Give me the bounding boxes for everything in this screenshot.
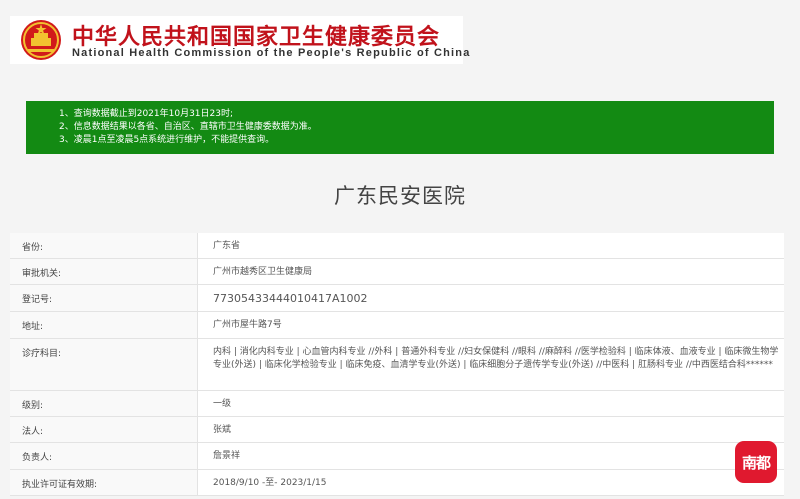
logo-banner[interactable]: 中华人民共和国国家卫生健康委员会 National Health Commiss… <box>10 16 469 64</box>
row-label: 负责人: <box>10 443 198 469</box>
site-header: 中华人民共和国国家卫生健康委员会 National Health Commiss… <box>0 0 800 82</box>
row-label: 级别: <box>10 391 198 416</box>
table-row: 诊疗科目: 内科 | 消化内科专业 | 心血管内科专业 //外科 | 普通外科专… <box>10 339 784 391</box>
notice-line: 3、凌晨1点至凌晨5点系统进行维护，不能提供查询。 <box>59 135 275 145</box>
row-label: 省份: <box>10 233 198 258</box>
table-row: 级别: 一级 <box>10 391 784 417</box>
table-row: 审批机关: 广州市越秀区卫生健康局 <box>10 259 784 285</box>
row-value: 张斌 <box>213 425 232 435</box>
notice-box: 1、查询数据截止到2021年10月31日23时; 2、信息数据结果以各省、自治区… <box>26 101 774 154</box>
row-value: 广州市屋牛路7号 <box>213 320 282 330</box>
table-row: 负责人: 詹景祥 <box>10 443 784 470</box>
notice-line: 2、信息数据结果以各省、自治区、直辖市卫生健康委数据为准。 <box>59 122 317 132</box>
row-value: 广东省 <box>213 241 241 251</box>
header-title-en: National Health Commission of the People… <box>72 47 471 59</box>
row-label: 登记号: <box>10 285 198 311</box>
row-label: 地址: <box>10 312 198 338</box>
hospital-info-table: 省份: 广东省 审批机关: 广州市越秀区卫生健康局 登记号: 773054334… <box>10 233 784 496</box>
table-row: 登记号: 77305433444010417A1002 <box>10 285 784 312</box>
row-label: 执业许可证有效期: <box>10 470 198 495</box>
row-value: 77305433444010417A1002 <box>213 292 368 305</box>
row-label: 审批机关: <box>10 259 198 284</box>
row-value: 2018/9/10 -至- 2023/1/15 <box>213 478 327 488</box>
notice-line: 1、查询数据截止到2021年10月31日23时; <box>59 109 234 119</box>
row-value: 内科 | 消化内科专业 | 心血管内科专业 //外科 | 普通外科专业 //妇女… <box>213 347 779 370</box>
table-row: 执业许可证有效期: 2018/9/10 -至- 2023/1/15 <box>10 470 784 496</box>
table-row: 法人: 张斌 <box>10 417 784 443</box>
row-value: 一级 <box>213 399 232 409</box>
hospital-name: 广东民安医院 <box>334 184 466 208</box>
nandu-watermark-badge: 南都 <box>735 441 777 483</box>
row-label: 法人: <box>10 417 198 442</box>
table-row: 省份: 广东省 <box>10 233 784 259</box>
row-value: 詹景祥 <box>213 451 241 461</box>
table-row: 地址: 广州市屋牛路7号 <box>10 312 784 339</box>
row-label: 诊疗科目: <box>10 339 198 390</box>
national-emblem-icon <box>21 20 61 60</box>
row-value: 广州市越秀区卫生健康局 <box>213 267 313 277</box>
